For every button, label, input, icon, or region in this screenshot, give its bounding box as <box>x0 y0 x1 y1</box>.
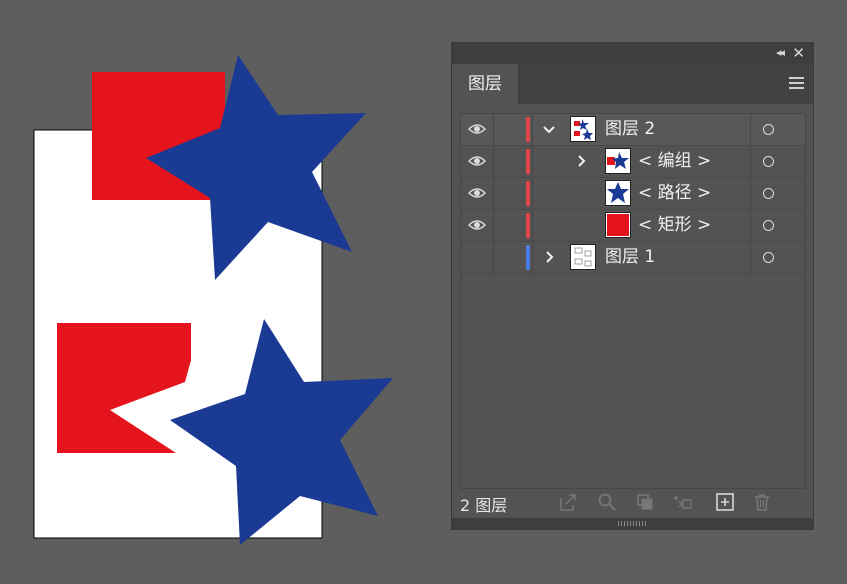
tab-divider <box>518 64 519 104</box>
target-column[interactable] <box>750 210 805 241</box>
layer-row-rectangle[interactable]: < 矩形 > <box>461 210 805 242</box>
layer-row-layer-2[interactable]: 图层 2 <box>461 114 805 146</box>
layer-name[interactable]: < 矩形 > <box>638 210 711 241</box>
collapse-panel-icon[interactable]: ◂◂ <box>776 46 785 59</box>
group-thumbnail[interactable] <box>605 148 631 174</box>
visibility-toggle[interactable] <box>461 210 494 241</box>
target-column[interactable] <box>750 242 805 273</box>
target-circle-icon[interactable] <box>763 220 774 231</box>
target-circle-icon[interactable] <box>763 252 774 263</box>
layer-thumbnail[interactable] <box>570 244 596 270</box>
layer-color-bar <box>526 245 530 270</box>
panel-resize-grip[interactable] <box>452 518 813 529</box>
visibility-toggle[interactable] <box>461 114 494 145</box>
target-circle-icon[interactable] <box>763 156 774 167</box>
layer-color-bar <box>526 181 530 206</box>
target-circle-icon[interactable] <box>763 124 774 135</box>
visibility-toggle[interactable] <box>461 242 494 273</box>
visibility-toggle[interactable] <box>461 178 494 209</box>
export-icon[interactable] <box>558 492 578 512</box>
eye-icon[interactable] <box>468 218 486 232</box>
layer-name[interactable]: 图层 2 <box>605 114 655 145</box>
target-column[interactable] <box>750 114 805 145</box>
layer-thumbnail[interactable] <box>570 116 596 142</box>
chevron-right-icon[interactable] <box>541 249 557 265</box>
layer-name[interactable]: < 路径 > <box>638 178 711 209</box>
target-circle-icon[interactable] <box>763 188 774 199</box>
new-sublayer-icon[interactable] <box>673 492 693 512</box>
path-thumbnail[interactable] <box>605 180 631 206</box>
canvas-area[interactable] <box>0 0 440 584</box>
eye-icon[interactable] <box>468 186 486 200</box>
close-icon[interactable]: ✕ <box>792 44 805 62</box>
eye-icon[interactable] <box>468 154 486 168</box>
tab-layers[interactable]: 图层 <box>452 64 518 104</box>
panel-tab-bar: 图层 <box>452 64 813 104</box>
layer-row-path[interactable]: < 路径 > <box>461 178 805 210</box>
target-column[interactable] <box>750 146 805 177</box>
eye-icon[interactable] <box>468 122 486 136</box>
new-layer-icon[interactable] <box>715 492 735 512</box>
rectangle-thumbnail[interactable] <box>605 212 631 238</box>
panel-footer: 2 图层 <box>452 489 813 517</box>
chevron-right-icon[interactable] <box>573 153 589 169</box>
visibility-toggle[interactable] <box>461 146 494 177</box>
clipping-mask-icon[interactable] <box>635 492 655 512</box>
layer-row-layer-1[interactable]: 图层 1 <box>461 242 805 274</box>
layers-list[interactable]: 图层 2 < 编组 > < 路径 > < 矩形 > 图层 1 <box>460 113 806 489</box>
layer-count: 2 图层 <box>460 496 508 515</box>
trash-icon[interactable] <box>752 492 772 512</box>
panel-menu-icon[interactable] <box>789 77 804 89</box>
grip-dots <box>618 521 646 526</box>
layers-panel: ◂◂ ✕ 图层 图层 2 < 编组 > < 路径 > < 矩形 > 图层 1 2… <box>452 43 813 529</box>
layer-row-group[interactable]: < 编组 > <box>461 146 805 178</box>
layer-color-bar <box>526 213 530 238</box>
artwork[interactable] <box>0 0 440 584</box>
layer-color-bar <box>526 117 530 142</box>
layer-name[interactable]: 图层 1 <box>605 242 655 273</box>
panel-title-bar[interactable]: ◂◂ ✕ <box>452 43 813 64</box>
target-column[interactable] <box>750 178 805 209</box>
layer-name[interactable]: < 编组 > <box>638 146 711 177</box>
search-icon[interactable] <box>597 492 617 512</box>
chevron-down-icon[interactable] <box>541 121 557 137</box>
layer-color-bar <box>526 149 530 174</box>
